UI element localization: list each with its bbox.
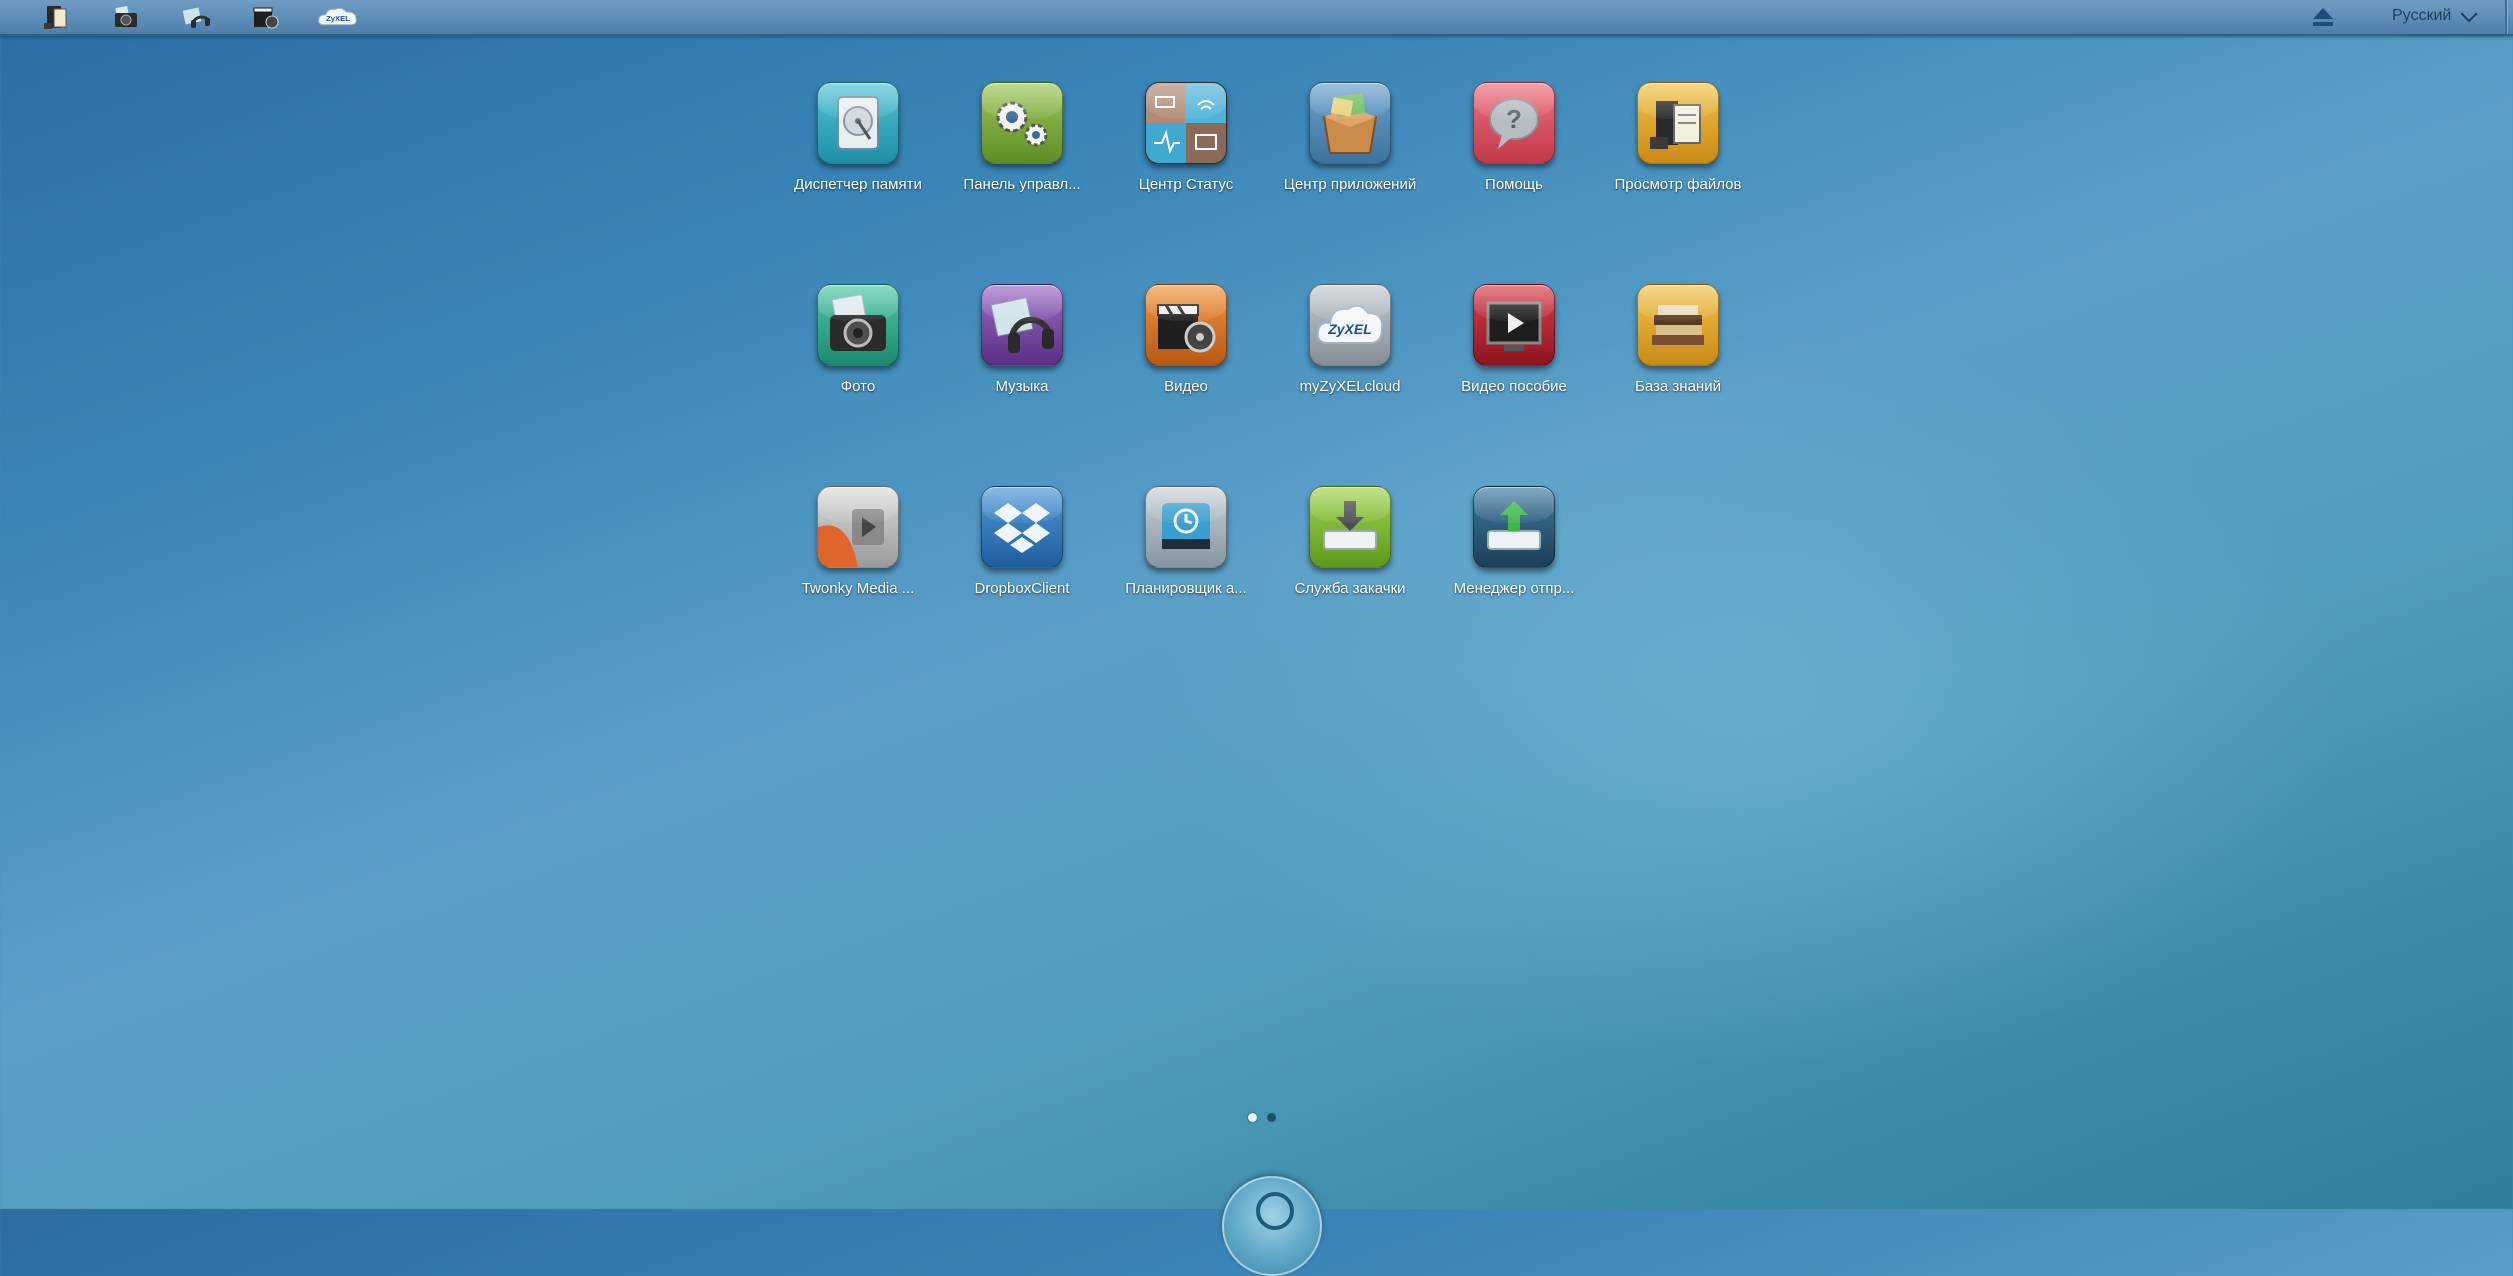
app-help[interactable]: ? Помощь (1429, 82, 1599, 222)
app-box-icon (1309, 82, 1391, 164)
music-icon (182, 7, 211, 28)
app-label: Музыка (995, 378, 1049, 395)
app-twonky-media[interactable]: Twonky Media ... (773, 486, 943, 626)
app-knowledge-base[interactable]: База знаний (1593, 284, 1763, 424)
app-download-service[interactable]: Служба закачки (1265, 486, 1435, 626)
app-label: Диспетчер памяти (794, 176, 922, 193)
file-browser-icon (1637, 82, 1719, 164)
upload-manager-icon (1473, 486, 1555, 568)
app-video[interactable]: Видео (1101, 284, 1271, 424)
app-label: Помощь (1485, 176, 1543, 193)
eject-button[interactable] (2310, 5, 2336, 29)
svg-text:?: ? (1506, 104, 1522, 134)
app-label: Фото (840, 378, 876, 395)
app-label: Центр приложений (1283, 176, 1417, 193)
app-label: Видео (1164, 378, 1208, 395)
app-label: Twonky Media ... (801, 580, 915, 597)
app-label: База знаний (1635, 378, 1721, 395)
app-control-panel[interactable]: Панель управл... (937, 82, 1107, 222)
app-storage-manager[interactable]: Диспетчер памяти (773, 82, 943, 222)
top-taskbar: ZyXEL Русский (0, 0, 2513, 36)
video-tutorial-icon (1473, 284, 1555, 366)
video-clapper-icon (253, 7, 279, 29)
twonky-icon (817, 486, 899, 568)
eject-icon (2313, 8, 2333, 26)
gears-icon (981, 82, 1063, 164)
home-circle-icon (1256, 1192, 1294, 1230)
app-label: Видео пособие (1461, 378, 1567, 395)
app-file-browser[interactable]: Просмотр файлов (1593, 82, 1763, 222)
camera-icon (817, 284, 899, 366)
hard-disk-icon (817, 82, 899, 164)
app-myzyxelcloud[interactable]: ZyXEL myZyXELcloud (1265, 284, 1435, 424)
camera-icon (115, 6, 137, 27)
file-browser-icon (44, 6, 67, 29)
dropbox-icon (981, 486, 1063, 568)
app-label: Менеджер отпр... (1453, 580, 1575, 597)
backup-scheduler-icon (1145, 486, 1227, 568)
help-bubble-icon: ? (1473, 82, 1555, 164)
svg-text:ZyXEL: ZyXEL (1327, 321, 1372, 337)
app-label: Центр Статус (1138, 176, 1234, 193)
language-label: Русский (2392, 7, 2452, 24)
app-photo[interactable]: Фото (773, 284, 943, 424)
app-music[interactable]: Музыка (937, 284, 1107, 424)
app-status-center[interactable]: Центр Статус (1101, 82, 1271, 222)
language-selector[interactable]: Русский (2392, 4, 2478, 28)
music-shortcut[interactable] (178, 2, 214, 32)
photo-shortcut[interactable] (108, 2, 144, 32)
status-grid-icon (1145, 82, 1227, 164)
video-shortcut[interactable] (248, 2, 284, 32)
app-app-center[interactable]: Центр приложений (1265, 82, 1435, 222)
download-service-icon (1309, 486, 1391, 568)
video-clapper-icon (1145, 284, 1227, 366)
app-label: Служба закачки (1294, 580, 1406, 597)
app-video-tutorial[interactable]: Видео пособие (1429, 284, 1599, 424)
zyxel-logo-text: ZyXEL (326, 14, 350, 23)
page-dot-2[interactable] (1267, 1113, 1276, 1122)
file-browser-shortcut[interactable] (38, 2, 74, 32)
app-label: Просмотр файлов (1614, 176, 1742, 193)
app-backup-scheduler[interactable]: Планировщик а... (1101, 486, 1271, 626)
app-upload-manager[interactable]: Менеджер отпр... (1429, 486, 1599, 626)
app-dropbox-client[interactable]: DropboxClient (937, 486, 1107, 626)
page-indicator (1248, 1113, 1276, 1122)
zyxel-cloud-icon: ZyXEL (1309, 284, 1391, 366)
books-icon (1637, 284, 1719, 366)
app-label: DropboxClient (974, 580, 1070, 597)
zyxel-cloud-shortcut[interactable]: ZyXEL (315, 2, 361, 32)
headphones-icon (981, 284, 1063, 366)
chevron-down-icon (2461, 5, 2478, 23)
divider (2505, 0, 2507, 34)
zyxel-cloud-icon: ZyXEL (318, 7, 357, 26)
app-label: Панель управл... (963, 176, 1081, 193)
app-label: Планировщик а... (1125, 580, 1247, 597)
dock-home-button[interactable] (1222, 1176, 1322, 1276)
app-label: myZyXELcloud (1299, 378, 1401, 395)
page-dot-1[interactable] (1248, 1113, 1257, 1122)
